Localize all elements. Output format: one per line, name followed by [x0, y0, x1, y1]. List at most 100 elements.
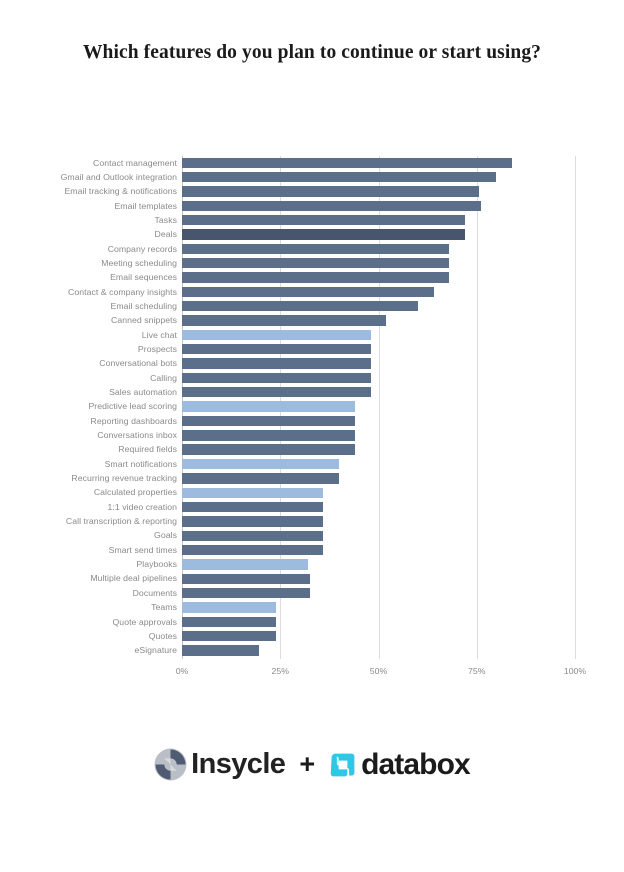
bar-category-label: Playbooks [136, 559, 177, 570]
bar-row: Canned snippets [0, 314, 624, 328]
bar[interactable] [182, 200, 481, 212]
bar[interactable] [182, 530, 324, 541]
x-axis-tick-label: 75% [468, 666, 486, 676]
bar[interactable] [182, 645, 259, 656]
bar[interactable] [182, 630, 277, 642]
bar[interactable] [182, 272, 450, 283]
bar[interactable] [182, 329, 371, 341]
bar-row: Smart send times [0, 543, 624, 557]
bar[interactable] [182, 415, 355, 427]
bar-track [182, 444, 355, 455]
bar-category-label: Quotes [148, 630, 177, 641]
bar-track [182, 372, 371, 384]
bar-row: Quote approvals [0, 615, 624, 629]
bar-category-label: Deals [154, 229, 177, 240]
bar[interactable] [182, 214, 465, 226]
bar-row: Email scheduling [0, 299, 624, 313]
bar-row: Recurring revenue tracking [0, 472, 624, 486]
bar-track [182, 487, 324, 498]
bar-row: Documents [0, 586, 624, 600]
bar[interactable] [182, 473, 340, 484]
bar[interactable] [182, 358, 371, 369]
bar-row: Deals [0, 228, 624, 242]
bar[interactable] [182, 401, 355, 412]
bar-track [182, 516, 324, 527]
bar[interactable] [182, 616, 277, 627]
bar-category-label: 1:1 video creation [107, 501, 177, 512]
bar[interactable] [182, 258, 450, 269]
footer-logos: Insycle + databox [0, 748, 624, 781]
bar-category-label: Gmail and Outlook integration [60, 171, 177, 182]
bar-category-label: Call transcription & reporting [65, 516, 177, 527]
bar-category-label: Canned snippets [111, 315, 177, 326]
bar-category-label: Goals [154, 530, 177, 541]
bar-category-label: Documents [132, 587, 177, 598]
bar-row: Email sequences [0, 271, 624, 285]
bar-track [182, 214, 465, 226]
bar-category-label: Calculated properties [93, 487, 177, 498]
bar-track [182, 387, 371, 398]
bar-category-label: Contact & company insights [68, 286, 177, 297]
bar[interactable] [182, 229, 465, 240]
bar-track [182, 344, 371, 355]
bar[interactable] [182, 157, 513, 168]
bar-rows: Contact management Gmail and Outlook inte… [0, 156, 624, 658]
bar-category-label: Prospects [137, 343, 177, 354]
bar[interactable] [182, 559, 308, 570]
bar-row: Contact & company insights [0, 285, 624, 299]
bar[interactable] [182, 171, 497, 183]
bar-row: Reporting dashboards [0, 414, 624, 428]
bar[interactable] [182, 344, 371, 355]
bar[interactable] [182, 587, 310, 599]
bar-category-label: Reporting dashboards [90, 415, 177, 426]
bar[interactable] [182, 430, 355, 441]
bar-row: Calling [0, 371, 624, 385]
bar[interactable] [182, 186, 479, 197]
bar[interactable] [182, 243, 450, 255]
plus-separator: + [299, 749, 316, 779]
bar-track [182, 315, 387, 326]
bar-track [182, 458, 340, 470]
bar-track [182, 530, 324, 541]
databox-wordmark: databox [361, 747, 471, 781]
bar-track [182, 645, 259, 656]
bar[interactable] [182, 387, 371, 398]
bar[interactable] [182, 372, 371, 384]
bar-row: Meeting scheduling [0, 256, 624, 270]
bar-row: Prospects [0, 342, 624, 356]
bar-track [182, 358, 371, 369]
bar-category-label: Multiple deal pipelines [90, 573, 177, 584]
bar-row: Calculated properties [0, 486, 624, 500]
bar[interactable] [182, 458, 340, 470]
bar-track [182, 286, 434, 298]
bar[interactable] [182, 516, 324, 527]
x-axis-tick-label: 25% [271, 666, 289, 676]
bar[interactable] [182, 544, 324, 556]
bar[interactable] [182, 444, 355, 455]
bar-row: Tasks [0, 213, 624, 227]
bar[interactable] [182, 315, 387, 326]
bar-row: Quotes [0, 629, 624, 643]
bar[interactable] [182, 487, 324, 498]
bar-row: Live chat [0, 328, 624, 342]
bar[interactable] [182, 602, 277, 613]
bar-row: Smart notifications [0, 457, 624, 471]
bar-category-label: Quote approvals [112, 616, 177, 627]
bar[interactable] [182, 501, 324, 513]
bar-row: Conversational bots [0, 357, 624, 371]
bar-category-label: Sales automation [109, 387, 177, 397]
bar-track [182, 157, 513, 168]
horizontal-bar-chart: Contact management Gmail and Outlook inte… [0, 0, 624, 700]
databox-logo: databox [329, 747, 471, 781]
bar-row: Playbooks [0, 558, 624, 572]
bar-row: Required fields [0, 443, 624, 457]
bar-category-label: Contact management [93, 157, 177, 168]
bar-category-label: Conversations inbox [97, 430, 177, 441]
bar-row: 1:1 video creation [0, 500, 624, 514]
bar-category-label: Email tracking & notifications [64, 186, 177, 197]
bar-category-label: Meeting scheduling [101, 257, 177, 268]
bar[interactable] [182, 573, 310, 584]
bar[interactable] [182, 286, 434, 298]
bar-row: Multiple deal pipelines [0, 572, 624, 586]
bar[interactable] [182, 301, 418, 312]
